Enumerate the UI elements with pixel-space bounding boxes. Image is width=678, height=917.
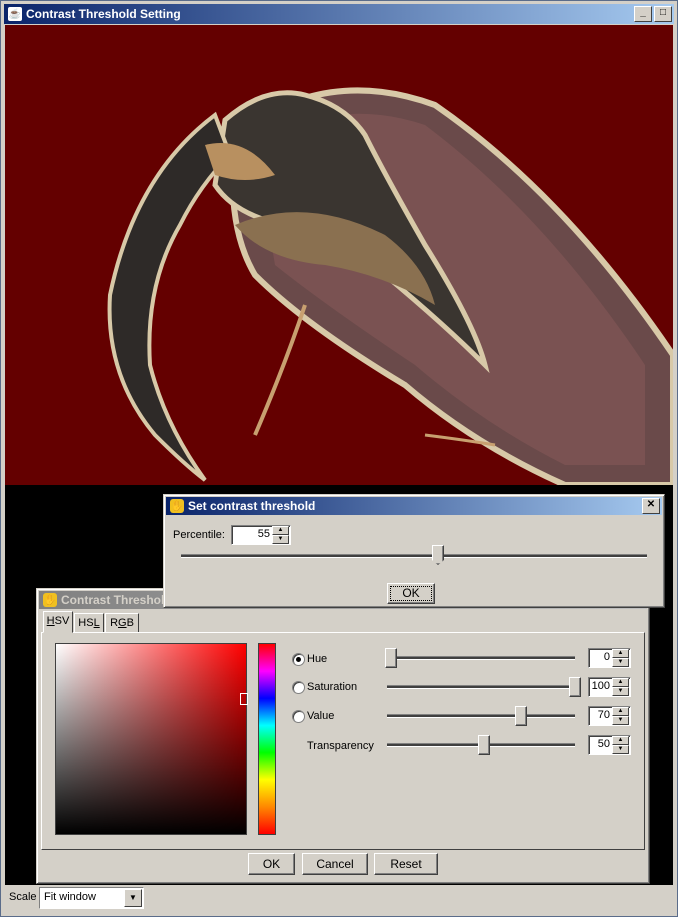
maximize-button[interactable]: □ xyxy=(654,6,672,22)
spin-up-icon[interactable]: ▲ xyxy=(612,649,629,658)
duke-icon: ✋ xyxy=(43,593,57,607)
chevron-down-icon[interactable]: ▼ xyxy=(124,889,142,907)
value-label: Value xyxy=(307,710,335,722)
java-icon: ☕ xyxy=(8,7,22,21)
tab-hsl[interactable]: HSL xyxy=(74,613,104,633)
spin-up-icon[interactable]: ▲ xyxy=(612,678,629,687)
hue-spinner[interactable]: 0 ▲ ▼ xyxy=(588,648,631,668)
threshold-dialog-title: Set contrast threshold xyxy=(188,499,316,513)
tab-rgb-hotkey: G xyxy=(118,617,127,629)
scale-label: Scale xyxy=(9,891,37,903)
saturation-value-picker[interactable] xyxy=(55,643,247,835)
insect-claw-image xyxy=(5,25,673,485)
duke-icon: ✋ xyxy=(170,499,184,513)
value-slider-track[interactable] xyxy=(387,714,575,718)
value-radio[interactable] xyxy=(292,710,305,723)
transparency-slider-thumb[interactable] xyxy=(478,735,490,755)
spin-down-icon[interactable]: ▼ xyxy=(612,716,629,725)
saturation-value: 100 xyxy=(591,680,610,692)
percentile-spinner[interactable]: 55 ▲ ▼ xyxy=(231,525,291,545)
percentile-slider-thumb[interactable] xyxy=(432,545,444,565)
minimize-button[interactable]: _ xyxy=(634,6,652,22)
transparency-value: 50 xyxy=(597,738,610,750)
spin-up-icon[interactable]: ▲ xyxy=(272,526,289,535)
hue-slider-track[interactable] xyxy=(387,656,575,660)
hue-slider-thumb[interactable] xyxy=(385,648,397,668)
value-spinner[interactable]: 70 ▲ ▼ xyxy=(588,706,631,726)
saturation-slider-thumb[interactable] xyxy=(569,677,581,697)
tab-hsv-hotkey: H xyxy=(46,615,55,627)
percentile-label: Percentile: xyxy=(173,529,225,541)
tab-hsv-rest: SV xyxy=(54,615,70,627)
percentile-slider-track[interactable] xyxy=(181,554,647,558)
main-titlebar: ☕ Contrast Threshold Setting _ □ xyxy=(4,4,674,24)
spin-down-icon[interactable]: ▼ xyxy=(612,745,629,754)
saturation-label: Saturation xyxy=(307,681,358,693)
tab-strip: HSV HSL RGB xyxy=(43,611,243,633)
tab-hsl-rest: HS xyxy=(78,617,94,629)
saturation-spinner[interactable]: 100 ▲ ▼ xyxy=(588,677,631,697)
color-reset-button[interactable]: Reset xyxy=(374,853,438,875)
color-ok-button[interactable]: OK xyxy=(248,853,295,875)
tab-hsv[interactable]: HSV xyxy=(43,611,73,633)
spin-up-icon[interactable]: ▲ xyxy=(612,736,629,745)
color-cancel-button[interactable]: Cancel xyxy=(302,853,368,875)
close-icon[interactable]: ✕ xyxy=(642,498,660,514)
value-value: 70 xyxy=(597,709,610,721)
tab-rgb[interactable]: RGB xyxy=(105,613,139,633)
scale-select-value: Fit window xyxy=(44,891,96,903)
spin-down-icon[interactable]: ▼ xyxy=(612,687,629,696)
transparency-label: Transparency xyxy=(307,740,374,752)
saturation-slider-track[interactable] xyxy=(387,685,575,689)
hue-strip[interactable] xyxy=(258,643,276,835)
transparency-spinner[interactable]: 50 ▲ ▼ xyxy=(588,735,631,755)
hue-label: Hue xyxy=(307,653,328,665)
spin-down-icon[interactable]: ▼ xyxy=(612,658,629,667)
tab-rgb-tail: B xyxy=(126,617,134,629)
threshold-ok-button[interactable]: OK xyxy=(387,583,435,604)
threshold-dialog: ✋ Set contrast threshold ✕ Percentile: 5… xyxy=(163,494,665,608)
main-window-title: Contrast Threshold Setting xyxy=(26,7,181,21)
tab-hsl-hotkey: L xyxy=(93,617,100,629)
color-dialog-title: Contrast Threshold xyxy=(61,593,172,607)
saturation-radio[interactable] xyxy=(292,681,305,694)
tab-rgb-rest: R xyxy=(110,617,119,629)
scale-select[interactable]: Fit window ▼ xyxy=(39,887,144,909)
spin-down-icon[interactable]: ▼ xyxy=(272,535,289,544)
percentile-value: 55 xyxy=(257,528,270,540)
spin-up-icon[interactable]: ▲ xyxy=(612,707,629,716)
value-slider-thumb[interactable] xyxy=(515,706,527,726)
hue-radio[interactable] xyxy=(292,653,305,666)
color-dialog: ✋ Contrast Threshold HSV HSL RGB Hue 0 ▲… xyxy=(36,588,650,884)
threshold-dialog-titlebar: ✋ Set contrast threshold ✕ xyxy=(166,497,662,515)
hue-value: 0 xyxy=(603,651,610,663)
picker-marker xyxy=(240,693,248,705)
